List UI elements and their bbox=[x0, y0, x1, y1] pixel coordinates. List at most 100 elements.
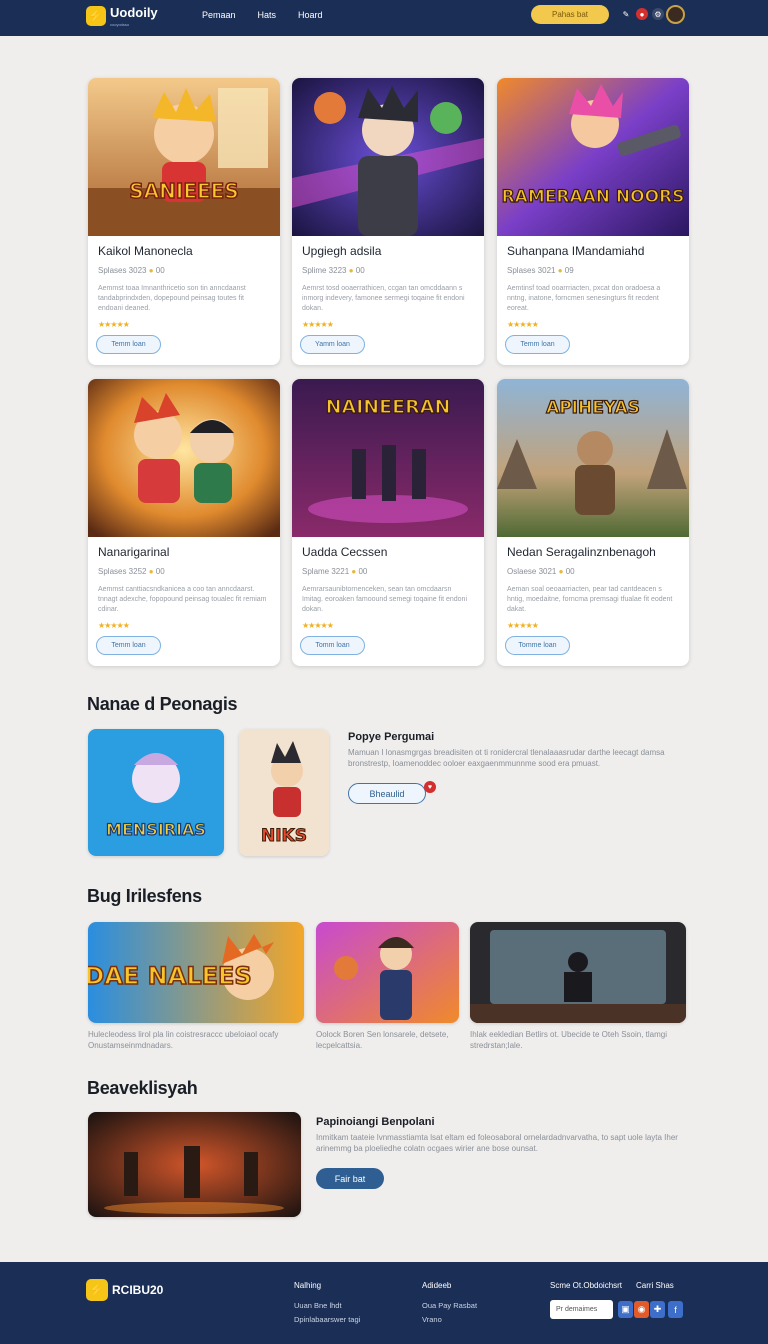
nav-item-1[interactable]: Pemaan bbox=[202, 10, 236, 20]
game-card[interactable]: RAMERAAN NOORS Suhanpana IMandamiahd Spl… bbox=[497, 78, 689, 365]
card-button[interactable]: Tomme loan bbox=[505, 636, 570, 655]
card-description: Aeman soal oeoaarriacten, pear tad cantd… bbox=[507, 586, 673, 613]
top-navigation-bar: ⚡ Uodoily cooyodsso Pemaan Hats Hoard Pa… bbox=[0, 0, 768, 36]
promo-text: Mamuan I lonasmgrgas breadisiten ot ti r… bbox=[348, 748, 665, 768]
card-button[interactable]: Temm loan bbox=[505, 335, 570, 354]
tag-icon[interactable]: ✎ bbox=[620, 8, 632, 20]
logo-subtext: cooyodsso bbox=[110, 22, 130, 27]
logo-text-block: Uodoily cooyodsso bbox=[110, 4, 158, 27]
footer-logo-text: RCIBU20 bbox=[112, 1283, 164, 1297]
card-meta: Splame 3221 ● 00 bbox=[302, 567, 368, 576]
feature-caption-2: Oolock Boren Sen lonsarele, detsete, lec… bbox=[316, 1030, 449, 1050]
logo-bolt-icon: ⚡ bbox=[86, 5, 106, 26]
star-rating: ★★★★★ bbox=[302, 621, 334, 630]
social-icon-3[interactable]: ✚ bbox=[650, 1301, 665, 1318]
card-artwork: SANIEEES bbox=[88, 78, 280, 236]
card-title[interactable]: Kaikol Manonecla bbox=[98, 244, 193, 258]
feature-caption-1: Hulecleodess lirol pla lin coistresraccc… bbox=[88, 1030, 279, 1050]
star-rating: ★★★★★ bbox=[507, 621, 539, 630]
feature-tile-1[interactable]: HDAE NALEES bbox=[88, 922, 304, 1023]
card-artwork: RAMERAAN NOORS bbox=[497, 78, 689, 236]
footer-link[interactable]: Uuan Bne lhdt bbox=[294, 1301, 342, 1310]
logo-text: Uodoily bbox=[110, 5, 158, 20]
card-title[interactable]: Uadda Cecssen bbox=[302, 545, 387, 559]
nav-item-3[interactable]: Hoard bbox=[298, 10, 323, 20]
star-rating: ★★★★★ bbox=[302, 320, 334, 329]
weekly-tile[interactable] bbox=[88, 1112, 301, 1217]
card-art-text: NAINEERAN bbox=[326, 396, 451, 418]
card-title[interactable]: Nanarigarinal bbox=[98, 545, 169, 559]
coin-icon: ● bbox=[557, 266, 563, 275]
game-card[interactable]: NAINEERAN Uadda Cecssen Splame 3221 ● 00… bbox=[292, 379, 484, 666]
star-rating: ★★★★★ bbox=[507, 320, 539, 329]
card-description: Aemtinsf toad ooarrriacten, pxcat don or… bbox=[507, 285, 661, 312]
footer-col2-title: Adideeb bbox=[422, 1281, 452, 1290]
coin-icon: ● bbox=[148, 266, 154, 275]
main-nav: Pemaan Hats Hoard bbox=[202, 10, 323, 20]
card-description: Aemrst tosd ooaerrathicen, ccgan tan omc… bbox=[302, 285, 465, 312]
footer-col3-title: Scme Ot.Obdoichsrt bbox=[550, 1281, 623, 1290]
promo-tile-2[interactable]: NIKS bbox=[239, 729, 329, 856]
tile-art-text: MENSIRIAS bbox=[106, 820, 206, 839]
heart-icon[interactable]: ♥ bbox=[424, 781, 436, 793]
card-description: Aemrarsaunibtornenceken, sean tan omcdaa… bbox=[302, 586, 467, 613]
star-rating: ★★★★★ bbox=[98, 621, 130, 630]
promo-tile-1[interactable]: MENSIRIAS bbox=[88, 729, 224, 856]
card-art-text: RAMERAAN NOORS bbox=[502, 187, 685, 207]
footer-link[interactable]: Oua Pay Rasbat bbox=[422, 1301, 477, 1310]
site-logo[interactable]: ⚡ Uodoily cooyodsso bbox=[86, 4, 158, 27]
card-art-text: APIHEYAS bbox=[546, 398, 640, 418]
card-button[interactable]: Yamm loan bbox=[300, 335, 365, 354]
section-heading-new: Nanae d Peonagis bbox=[87, 694, 238, 714]
card-artwork bbox=[88, 379, 280, 537]
notification-icon[interactable]: ● bbox=[636, 8, 648, 20]
nav-item-2[interactable]: Hats bbox=[258, 10, 277, 20]
card-title[interactable]: Upgiegh adsila bbox=[302, 244, 381, 258]
promo-button[interactable]: Bheaulid bbox=[348, 783, 426, 804]
game-card[interactable]: APIHEYAS Nedan Seragalinznbenagoh Oslaes… bbox=[497, 379, 689, 666]
card-button[interactable]: Temm loan bbox=[96, 636, 161, 655]
section-heading-weekly: Beaveklisyah bbox=[87, 1078, 198, 1098]
footer-logo-icon: ⚡ bbox=[86, 1279, 108, 1301]
card-button[interactable]: Temm loan bbox=[96, 335, 161, 354]
card-meta: Splime 3223 ● 00 bbox=[302, 266, 365, 275]
card-button[interactable]: Tomm loan bbox=[300, 636, 365, 655]
footer-col4-title: Carri Shas bbox=[636, 1281, 674, 1290]
header-cta-button[interactable]: Pahas bat bbox=[531, 5, 609, 24]
promo-title: Popye Pergumai bbox=[348, 731, 435, 743]
feature-tile-2[interactable] bbox=[316, 922, 459, 1023]
user-avatar[interactable] bbox=[666, 5, 685, 24]
settings-icon[interactable]: ⚙ bbox=[652, 8, 664, 20]
star-rating: ★★★★★ bbox=[98, 320, 130, 329]
card-artwork: NAINEERAN bbox=[292, 379, 484, 537]
card-description: Aemmst canttiacsndkanicea a coo tan annc… bbox=[98, 586, 267, 613]
card-description: Aemmst toaa Imnanthricetio son tin anncd… bbox=[98, 285, 246, 312]
game-card[interactable]: SANIEEES Kaikol Manonecla Splases 3023 ●… bbox=[88, 78, 280, 365]
card-artwork bbox=[292, 78, 484, 236]
game-card[interactable]: Nanarigarinal Splases 3252 ● 00 Aemmst c… bbox=[88, 379, 280, 666]
card-meta: Oslaese 3021 ● 00 bbox=[507, 567, 575, 576]
card-title[interactable]: Nedan Seragalinznbenagoh bbox=[507, 545, 656, 559]
coin-icon: ● bbox=[351, 567, 357, 576]
game-card[interactable]: Upgiegh adsila Splime 3223 ● 00 Aemrst t… bbox=[292, 78, 484, 365]
footer-link[interactable]: Vrano bbox=[422, 1315, 442, 1324]
coin-icon: ● bbox=[348, 266, 354, 275]
weekly-title: Papinoiangi Benpolani bbox=[316, 1116, 435, 1128]
card-artwork: APIHEYAS bbox=[497, 379, 689, 537]
card-meta: Splases 3023 ● 00 bbox=[98, 266, 165, 275]
card-art-text: SANIEEES bbox=[129, 179, 238, 203]
weekly-text: Inmitkam taateie lvnmasstiamta lsat elta… bbox=[316, 1133, 678, 1153]
coin-icon: ● bbox=[148, 567, 154, 576]
weekly-button[interactable]: Fair bat bbox=[316, 1168, 384, 1189]
facebook-icon[interactable]: f bbox=[668, 1301, 683, 1318]
social-icon-1[interactable]: ▣ bbox=[618, 1301, 633, 1318]
tile-art-text: HDAE NALEES bbox=[88, 962, 252, 990]
feature-caption-3: Ihlak eekledian Betlirs ot. Ubecide te O… bbox=[470, 1030, 667, 1050]
coin-icon: ● bbox=[558, 567, 564, 576]
newsletter-email-field[interactable]: Pr demaimes bbox=[550, 1300, 613, 1319]
tile-art-text: NIKS bbox=[261, 826, 307, 846]
footer-link[interactable]: Dpinlabaarswer tagi bbox=[294, 1315, 360, 1324]
feature-tile-3[interactable] bbox=[470, 922, 686, 1023]
card-title[interactable]: Suhanpana IMandamiahd bbox=[507, 244, 644, 258]
social-icon-2[interactable]: ◉ bbox=[634, 1301, 649, 1318]
